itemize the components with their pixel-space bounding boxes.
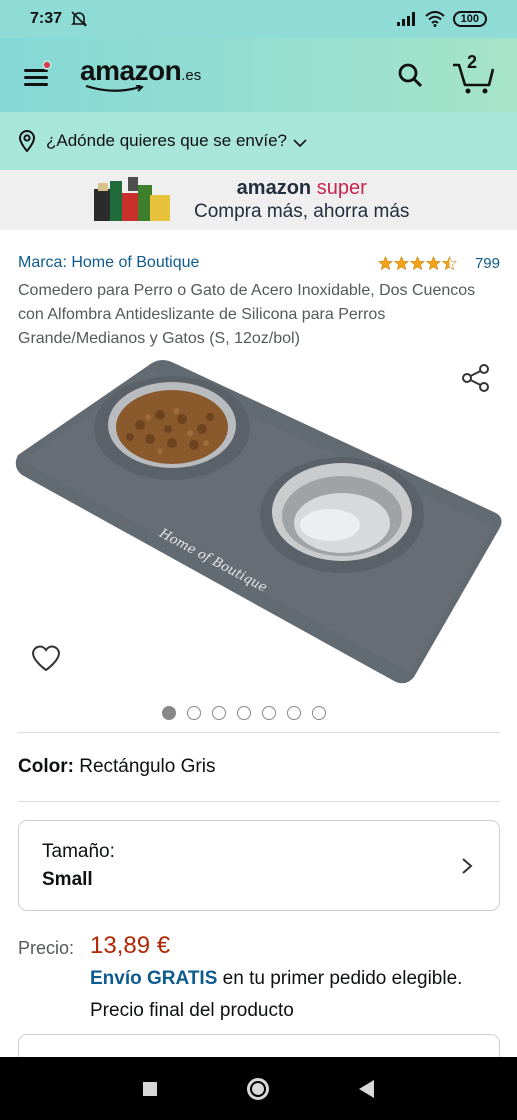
carousel-dot[interactable]	[286, 706, 301, 720]
app-header: amazon.es 2	[0, 38, 517, 112]
logo-text: amazon	[80, 55, 182, 86]
notification-dot	[42, 60, 52, 70]
banner-brand: amazon super	[194, 177, 409, 200]
star-half-icon	[441, 255, 457, 270]
rating-stars	[377, 255, 457, 271]
menu-button[interactable]	[22, 60, 54, 90]
logo-tld: .es	[181, 67, 202, 84]
divider	[18, 732, 500, 733]
location-text: ¿Adónde quieres que se envíe?	[46, 131, 288, 150]
share-icon[interactable]	[460, 362, 492, 394]
carousel-dot[interactable]	[261, 706, 276, 720]
image-carousel-dots	[0, 706, 517, 720]
brand-rating-row: Marca: Home of Boutique 799	[18, 254, 500, 272]
logo-smile-icon	[85, 85, 144, 92]
amazon-logo[interactable]: amazon.es	[80, 55, 201, 95]
carousel-dot[interactable]	[311, 706, 326, 720]
shipping-text: en tu primer pedido elegible.	[217, 968, 463, 989]
color-value: Rectángulo Gris	[79, 756, 216, 777]
size-selector[interactable]: Tamaño: Small	[18, 820, 500, 911]
banner-tagline: Compra más, ahorra más	[194, 201, 410, 222]
banner-brand-name: amazon	[236, 177, 312, 199]
back-icon[interactable]	[359, 1079, 374, 1098]
home-icon[interactable]	[247, 1077, 269, 1100]
mute-icon	[71, 11, 87, 27]
carousel-dot[interactable]	[186, 706, 201, 720]
cart-count: 2	[467, 52, 478, 72]
menu-icon-bar	[24, 83, 48, 86]
color-label: Color:	[18, 756, 74, 777]
battery-indicator: 100	[452, 11, 487, 27]
product-image[interactable]: Home of Boutique	[10, 355, 510, 690]
chevron-right-icon	[462, 858, 473, 874]
signal-icon	[396, 12, 415, 26]
carousel-dot[interactable]	[211, 706, 226, 720]
final-price-note: Precio final del producto	[90, 1000, 294, 1021]
brand-link[interactable]: Marca: Home of Boutique	[18, 254, 199, 272]
home-icon-inner	[252, 1082, 264, 1095]
star-icon	[377, 255, 393, 270]
search-icon[interactable]	[397, 62, 423, 88]
star-icon	[425, 255, 441, 270]
price-label: Precio:	[18, 938, 75, 958]
color-row: Color: Rectángulo Gris	[18, 756, 215, 778]
status-bar: 7:37 100	[0, 0, 517, 38]
size-value: Small	[42, 869, 93, 890]
recents-icon[interactable]	[143, 1081, 157, 1096]
divider	[18, 801, 500, 802]
delivery-location-bar[interactable]: ¿Adónde quieres que se envíe?	[0, 112, 517, 170]
banner-products-image	[94, 177, 170, 221]
promo-banner[interactable]: amazon super Compra más, ahorra más	[0, 170, 517, 230]
location-pin-icon	[18, 130, 36, 152]
chevron-down-icon	[293, 139, 307, 148]
size-label: Tamaño:	[42, 841, 115, 862]
carousel-dot[interactable]	[161, 706, 176, 720]
shipping-info: Envío GRATIS en tu primer pedido elegibl…	[90, 968, 510, 990]
status-time: 7:37	[30, 10, 63, 27]
product-title: Comedero para Perro o Gato de Acero Inox…	[18, 282, 476, 347]
star-icon	[409, 255, 425, 270]
cart-button[interactable]: 2	[451, 52, 495, 95]
menu-icon-bar	[24, 76, 48, 79]
star-icon	[393, 255, 409, 270]
price-value: 13,89 €	[90, 932, 171, 959]
carousel-dot[interactable]	[236, 706, 251, 720]
system-nav-bar	[0, 1057, 517, 1120]
banner-brand-suffix: super	[316, 177, 367, 199]
free-shipping-link[interactable]: Envío GRATIS	[90, 968, 217, 989]
rating[interactable]: 799	[377, 254, 500, 272]
wifi-icon	[424, 11, 445, 27]
rating-count: 799	[474, 254, 500, 272]
wishlist-heart-icon[interactable]	[30, 643, 62, 673]
